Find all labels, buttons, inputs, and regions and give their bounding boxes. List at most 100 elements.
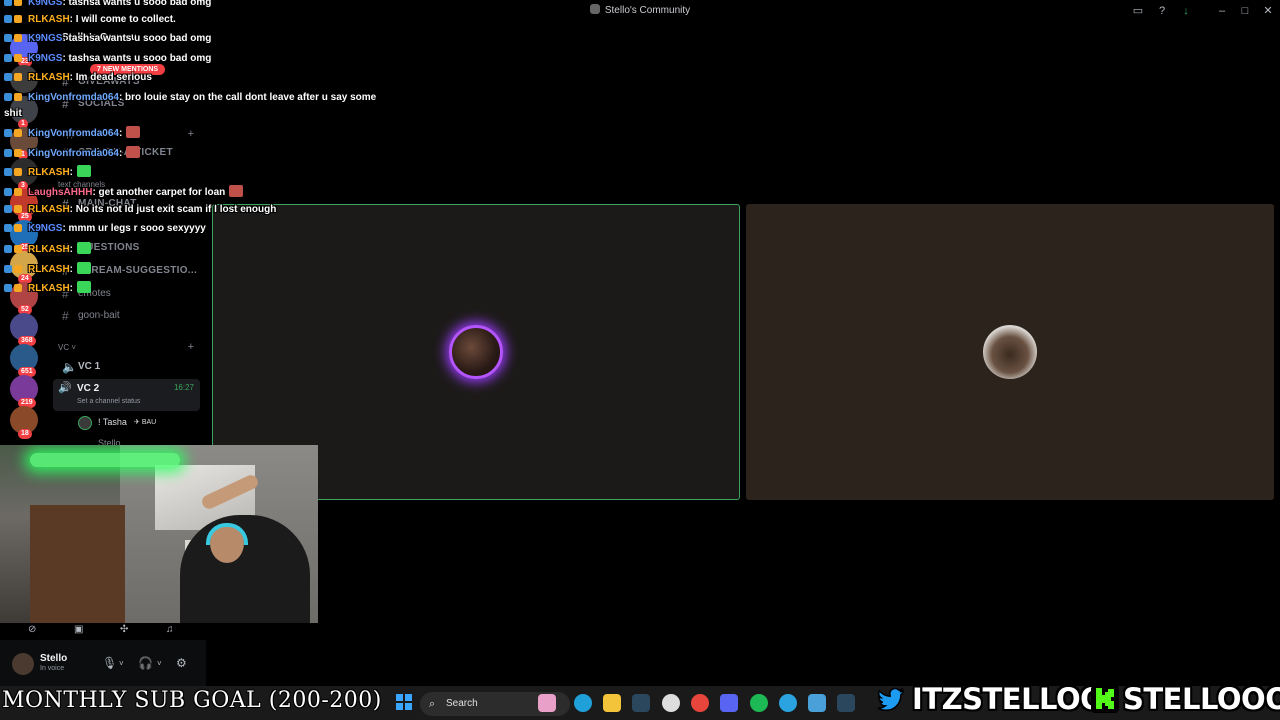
download-icon[interactable]: ↓ bbox=[1179, 4, 1193, 18]
vc-member-tasha[interactable]: ! Tasha ✈ BAU bbox=[78, 416, 198, 430]
garden-icon[interactable] bbox=[538, 694, 556, 712]
badge-icon bbox=[14, 15, 22, 23]
telegram-icon[interactable] bbox=[779, 694, 797, 712]
settings-gear-icon[interactable]: ⚙ bbox=[176, 656, 187, 670]
server-icon[interactable]: 219 bbox=[10, 375, 38, 408]
minimize-icon[interactable]: – bbox=[1215, 4, 1229, 18]
server-icon bbox=[589, 4, 600, 14]
maximize-icon[interactable]: □ bbox=[1238, 4, 1252, 18]
set-channel-status[interactable]: Set a channel status bbox=[77, 398, 140, 405]
chat-text: : bbox=[69, 283, 74, 294]
screen-share-icon[interactable]: ▣ bbox=[74, 624, 83, 635]
badge-icon bbox=[4, 0, 12, 6]
chat-message: KingVonfromda064: bbox=[4, 126, 141, 140]
steam-icon[interactable] bbox=[632, 694, 650, 712]
activities-icon[interactable]: ✣ bbox=[120, 624, 128, 635]
chat-badges bbox=[4, 187, 26, 199]
spotify-icon[interactable] bbox=[750, 694, 768, 712]
badge-icon bbox=[14, 34, 22, 42]
voice-channel-vc2[interactable]: 🔊 VC 2 16:27 Set a channel status bbox=[53, 379, 200, 411]
close-icon[interactable]: ✕ bbox=[1261, 4, 1275, 18]
badge-icon bbox=[4, 265, 12, 273]
voice-controls-bar: ⊘ ▣ ✣ ♫ bbox=[0, 622, 206, 640]
webcam-neon-light bbox=[30, 453, 180, 467]
chat-text: : bbox=[118, 128, 123, 139]
chat-message: RLKASH: bbox=[4, 165, 92, 179]
mention-badge: 18 bbox=[18, 429, 32, 439]
member-tag: ✈ BAU bbox=[134, 419, 157, 426]
badge-icon bbox=[14, 0, 22, 6]
chat-username: RLKASH bbox=[28, 264, 70, 275]
member-avatar bbox=[78, 416, 92, 430]
emote-icon bbox=[77, 242, 92, 254]
badge-icon bbox=[14, 188, 22, 196]
badge-icon bbox=[14, 129, 22, 137]
badge-icon bbox=[4, 168, 12, 176]
hash-icon: # bbox=[62, 309, 69, 323]
chat-text: : I will come to collect. bbox=[69, 14, 176, 25]
chat-badges bbox=[4, 53, 26, 65]
vc2-label: VC 2 bbox=[77, 383, 100, 394]
chat-badges bbox=[4, 204, 26, 216]
soundboard-icon[interactable]: ♫ bbox=[166, 624, 174, 635]
chat-message: RLKASH: Im dead serious bbox=[4, 72, 152, 84]
chat-text: : bbox=[69, 244, 74, 255]
chatgpt-icon[interactable] bbox=[662, 694, 680, 712]
chat-badges bbox=[4, 283, 26, 295]
chat-username: KingVonfromda064 bbox=[28, 128, 119, 139]
twitter-handle: ITZSTELLOO bbox=[912, 682, 1105, 716]
user-panel: Stello In voice 🎙 ˅ 🎧 ˅ ⚙ bbox=[0, 640, 206, 686]
chat-text: : bro louie stay on the call dont leave … bbox=[118, 92, 377, 103]
windows-start-icon[interactable] bbox=[396, 694, 412, 710]
server-icon[interactable]: 651 bbox=[10, 344, 38, 377]
chat-username: RLKASH bbox=[28, 244, 70, 255]
taskbar-search-label: Search bbox=[446, 698, 478, 709]
chrome-icon[interactable] bbox=[691, 694, 709, 712]
badge-icon bbox=[14, 205, 22, 213]
badge-icon bbox=[14, 224, 22, 232]
badge-icon bbox=[14, 265, 22, 273]
channel-item[interactable]: # goon-bait bbox=[56, 306, 202, 326]
participant-avatar bbox=[983, 325, 1037, 379]
chat-username: K9NGS bbox=[28, 53, 63, 64]
add-voice-channel-icon[interactable]: + bbox=[188, 341, 194, 353]
badge-icon bbox=[14, 54, 22, 62]
voice-channel-vc1[interactable]: 🔈 VC 1 bbox=[56, 357, 202, 377]
chat-message: RLKASH: I will come to collect. bbox=[4, 14, 176, 26]
edge-icon[interactable] bbox=[574, 694, 592, 712]
chat-message: KingVonfromda064: bro louie stay on the … bbox=[4, 92, 376, 104]
user-avatar[interactable] bbox=[12, 653, 34, 675]
chat-username: K9NGS bbox=[28, 223, 63, 234]
channel-label: goon-bait bbox=[78, 310, 120, 321]
chat-text: : tashsa wants u sooo bad omg bbox=[62, 0, 212, 8]
file-explorer-icon[interactable] bbox=[603, 694, 621, 712]
emote-icon bbox=[77, 262, 92, 274]
server-icon[interactable]: 18 bbox=[10, 406, 38, 439]
emote-icon bbox=[77, 165, 92, 177]
chevron-down-icon[interactable]: ˅ bbox=[119, 659, 124, 668]
notepad-icon[interactable] bbox=[808, 694, 826, 712]
category-vc[interactable]: VC ˅ bbox=[58, 343, 76, 352]
webcam-overlay bbox=[0, 445, 318, 623]
chat-text: : get another carpet for loan bbox=[92, 187, 226, 198]
search-icon: ⌕ bbox=[429, 698, 436, 710]
help-icon[interactable]: ? bbox=[1155, 4, 1169, 18]
camera-off-icon[interactable]: ⊘ bbox=[28, 624, 36, 635]
microphone-icon[interactable]: 🎙 bbox=[102, 656, 117, 670]
server-icon[interactable]: 368 bbox=[10, 313, 38, 346]
steam2-icon[interactable] bbox=[837, 694, 855, 712]
chat-message: K9NGS: tashsa wants u sooo bad omg bbox=[4, 53, 211, 65]
chat-message: K9NGS: mmm ur legs r sooo sexyyyy bbox=[4, 223, 206, 235]
discord-icon[interactable] bbox=[720, 694, 738, 712]
badge-icon bbox=[4, 284, 12, 292]
chat-badges bbox=[4, 72, 26, 84]
headphones-icon[interactable]: 🎧 bbox=[138, 656, 153, 670]
kick-handle: STELLOOO bbox=[1123, 682, 1280, 716]
chat-text: : bbox=[69, 264, 74, 275]
badge-icon bbox=[14, 245, 22, 253]
inbox-icon[interactable]: ▭ bbox=[1131, 4, 1145, 18]
chevron-down-icon[interactable]: ˅ bbox=[157, 659, 162, 668]
badge-icon bbox=[4, 224, 12, 232]
speaker-icon: 🔈 bbox=[62, 360, 77, 374]
member-tag-label: BAU bbox=[141, 419, 157, 426]
